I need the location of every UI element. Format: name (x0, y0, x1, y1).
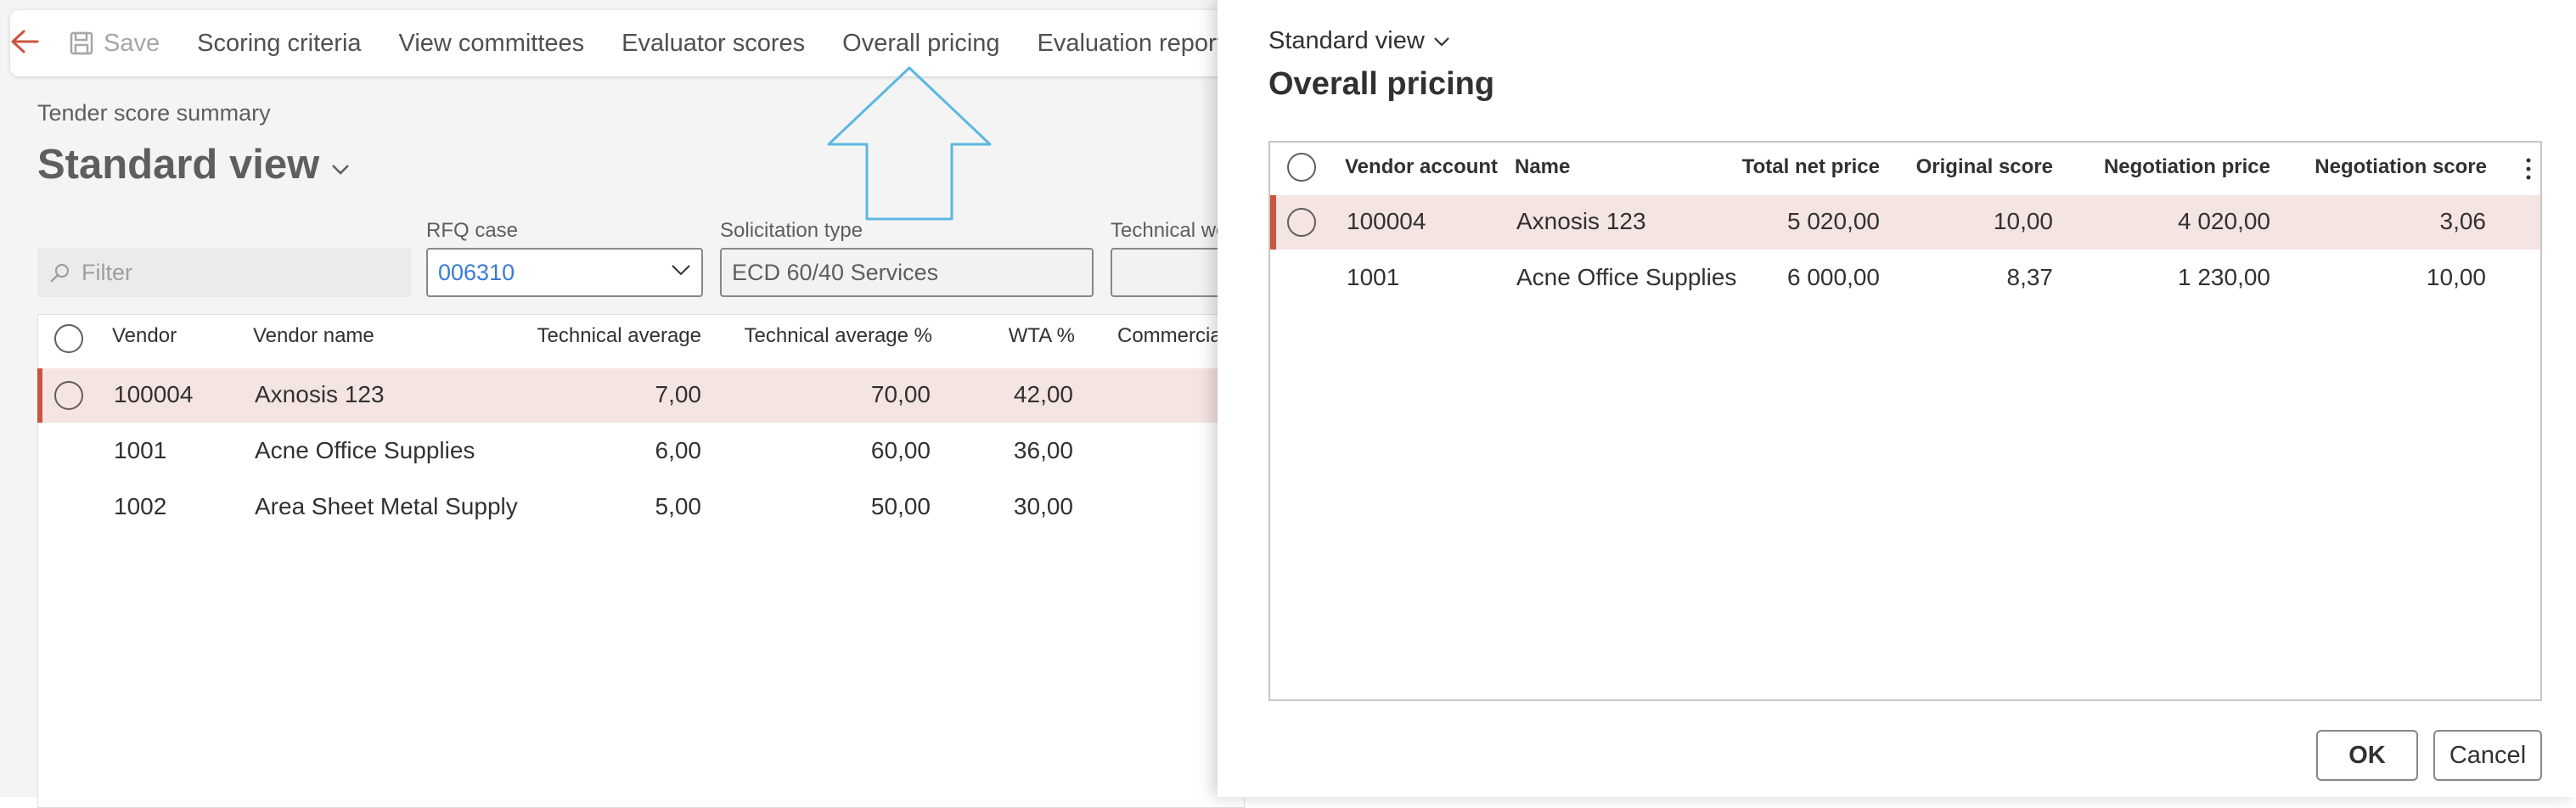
dialog-view-label: Standard view (1268, 27, 1425, 54)
table-row-wta-pct[interactable]: 42,00 (968, 381, 1073, 408)
col-total-net-price[interactable]: Total net price (1693, 155, 1880, 179)
table-row-vendor-name[interactable]: Acne Office Supplies (255, 437, 475, 464)
table-row-original-score[interactable]: 8,37 (1897, 264, 2054, 291)
scoring-criteria-button[interactable]: Scoring criteria (178, 10, 380, 76)
save-icon (70, 31, 93, 55)
evaluation-report-button[interactable]: Evaluation report (1019, 10, 1242, 76)
filter-field[interactable] (37, 248, 411, 297)
tender-score-page: Save Scoring criteria View committees Ev… (0, 0, 1246, 808)
col-vendor-name[interactable]: Vendor name (253, 324, 374, 348)
col-negotiation-score[interactable]: Negotiation score (2279, 155, 2487, 179)
col-original-score[interactable]: Original score (1897, 155, 2053, 179)
table-row-vendor-account[interactable]: 100004 (1347, 208, 1426, 235)
table-row-name[interactable]: Axnosis 123 (1516, 208, 1646, 235)
chevron-down-icon[interactable] (671, 263, 691, 277)
table-row-negotiation-price[interactable]: 1 230,00 (2067, 264, 2270, 291)
table-row-technical-average[interactable]: 5,00 (509, 493, 702, 520)
evaluator-scores-button[interactable]: Evaluator scores (603, 10, 824, 76)
filter-input[interactable] (80, 258, 389, 287)
view-selector[interactable]: Standard view (37, 141, 350, 188)
rfq-case-value: 006310 (438, 259, 515, 285)
chevron-down-icon (331, 164, 350, 176)
view-committees-button[interactable]: View committees (380, 10, 604, 76)
action-bar: Save Scoring criteria View committees Ev… (10, 10, 1233, 76)
search-icon (49, 261, 71, 283)
table-row-vendor-name[interactable]: Axnosis 123 (255, 381, 385, 408)
back-button[interactable] (10, 10, 39, 76)
cancel-button[interactable]: Cancel (2433, 730, 2542, 781)
col-commercial[interactable]: Commercia (1117, 324, 1222, 348)
table-row-technical-average-pct[interactable]: 50,00 (713, 493, 931, 520)
table-row-technical-average[interactable]: 6,00 (509, 437, 702, 464)
col-vendor-account[interactable]: Vendor account (1345, 155, 1498, 179)
save-label: Save (104, 29, 160, 57)
chevron-down-icon (1433, 36, 1450, 47)
solicitation-type-value: ECD 60/40 Services (732, 259, 939, 285)
col-technical-average[interactable]: Technical average (509, 324, 701, 348)
col-name[interactable]: Name (1515, 155, 1570, 179)
table-row-negotiation-price[interactable]: 4 020,00 (2067, 208, 2270, 235)
table-row-technical-average-pct[interactable]: 70,00 (713, 381, 931, 408)
callout-arrow-icon (827, 66, 992, 221)
col-negotiation-price[interactable]: Negotiation price (2067, 155, 2270, 179)
select-all-radio[interactable] (1287, 153, 1316, 182)
overall-pricing-dialog: Standard view Overall pricing Vendor acc… (1218, 0, 2576, 797)
table-row-vendor[interactable]: 1001 (114, 437, 166, 464)
save-button[interactable]: Save (51, 10, 178, 76)
row-select-radio[interactable] (54, 381, 83, 410)
table-row-wta-pct[interactable]: 30,00 (968, 493, 1073, 520)
table-row-vendor-name[interactable]: Area Sheet Metal Supply (255, 493, 518, 520)
table-row-total-net-price[interactable]: 5 020,00 (1693, 208, 1880, 235)
table-row-vendor[interactable]: 1002 (114, 493, 166, 520)
rfq-case-field[interactable]: 006310 (426, 248, 703, 297)
dialog-title: Overall pricing (1268, 66, 1495, 102)
table-row-technical-average[interactable]: 7,00 (509, 381, 702, 408)
table-row-total-net-price[interactable]: 6 000,00 (1693, 264, 1880, 291)
table-row-negotiation-score[interactable]: 10,00 (2279, 264, 2486, 291)
page-title: Standard view (37, 142, 320, 188)
table-row-vendor-account[interactable]: 1001 (1347, 264, 1399, 291)
table-row-negotiation-score[interactable]: 3,06 (2279, 208, 2487, 235)
ok-button[interactable]: OK (2316, 730, 2418, 781)
technical-weight-label: Technical we (1111, 219, 1228, 242)
table-row-vendor[interactable]: 100004 (114, 381, 193, 408)
table-row-wta-pct[interactable]: 36,00 (968, 437, 1073, 464)
back-arrow-icon (10, 29, 39, 59)
col-wta-pct[interactable]: WTA % (968, 324, 1075, 348)
table-row-original-score[interactable]: 10,00 (1897, 208, 2053, 235)
more-options-icon[interactable] (2525, 156, 2532, 182)
page-subtitle: Tender score summary (37, 100, 271, 126)
row-select-radio[interactable] (1287, 208, 1316, 237)
col-vendor[interactable]: Vendor (112, 324, 177, 348)
col-technical-average-pct[interactable]: Technical average % (713, 324, 932, 348)
dialog-view-selector[interactable]: Standard view (1268, 27, 1450, 55)
rfq-case-label: RFQ case (426, 219, 519, 242)
solicitation-type-field[interactable]: ECD 60/40 Services (720, 248, 1094, 297)
table-row-technical-average-pct[interactable]: 60,00 (713, 437, 931, 464)
select-all-radio[interactable] (54, 324, 83, 353)
